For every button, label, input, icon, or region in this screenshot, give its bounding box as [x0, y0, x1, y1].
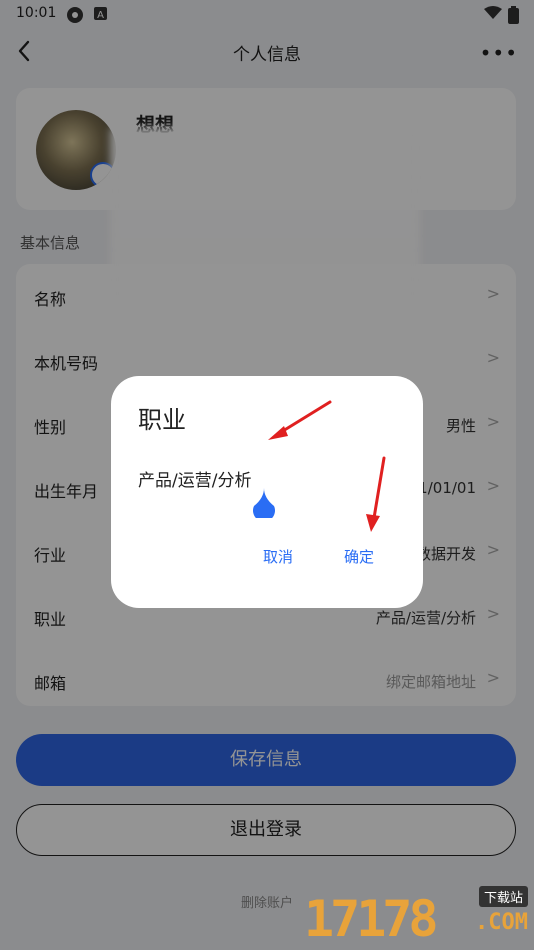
watermark-domain: .COM: [475, 910, 528, 935]
dialog-title: 职业: [138, 406, 186, 434]
watermark-number: 17178: [304, 890, 439, 948]
annotation-arrow-icon: [268, 400, 332, 440]
occupation-input[interactable]: 产品/运营/分析: [138, 466, 251, 491]
cancel-button[interactable]: 取消: [263, 546, 293, 567]
confirm-button[interactable]: 确定: [344, 546, 374, 567]
text-cursor-handle-icon[interactable]: [252, 488, 276, 518]
site-watermark: 17178 下载站 .COM: [304, 884, 530, 950]
annotation-arrow-icon: [366, 456, 386, 532]
watermark-download-label: 下载站: [478, 886, 528, 907]
